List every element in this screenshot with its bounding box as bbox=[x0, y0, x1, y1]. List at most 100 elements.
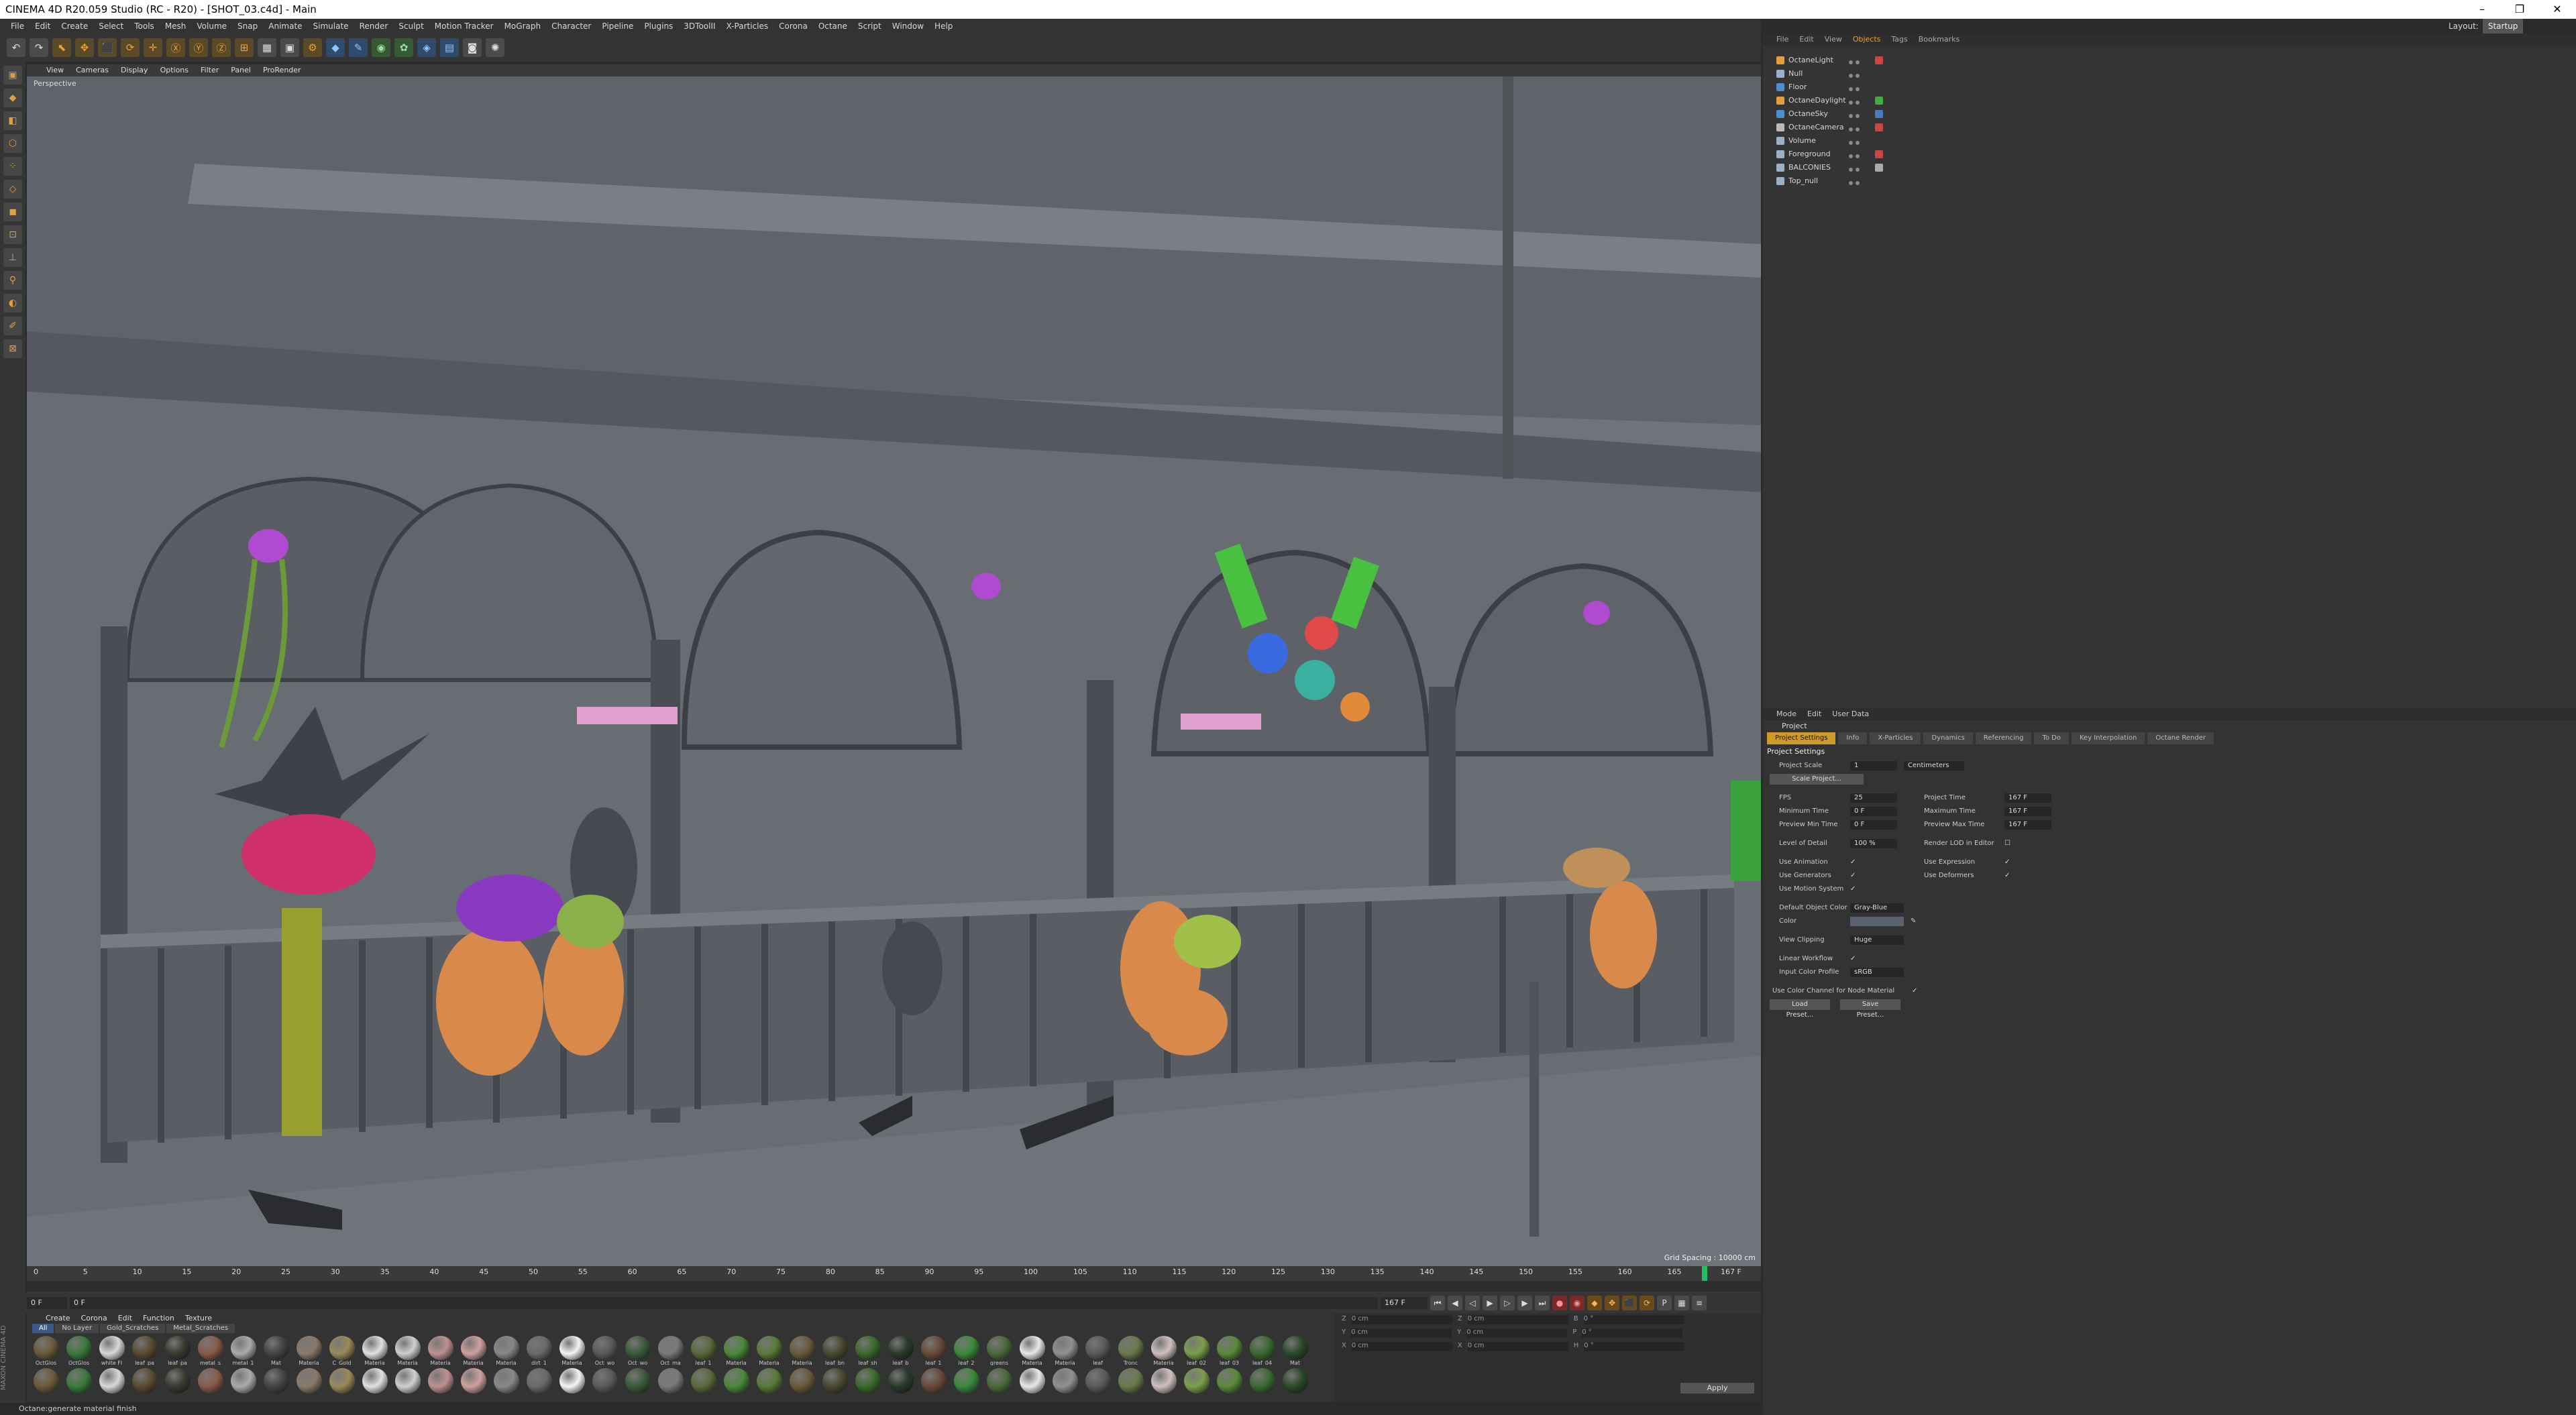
minimize-button[interactable]: – bbox=[2463, 0, 2501, 19]
material-swatch[interactable]: Materia bbox=[294, 1336, 324, 1365]
save-preset-button[interactable]: Save Preset... bbox=[1840, 999, 1900, 1019]
material-swatch[interactable] bbox=[31, 1368, 61, 1398]
viewport-menu-filter[interactable]: Filter bbox=[195, 64, 225, 76]
material-swatch[interactable]: Mat bbox=[1280, 1336, 1310, 1365]
snap-icon[interactable]: ⚲ bbox=[3, 271, 22, 290]
material-swatch[interactable] bbox=[885, 1368, 916, 1398]
attribute-tab-info[interactable]: Info bbox=[1838, 732, 1868, 744]
attribute-menu-edit[interactable]: Edit bbox=[1802, 708, 1827, 720]
attribute-tab-referencing[interactable]: Referencing bbox=[1975, 732, 2032, 744]
object-name[interactable]: OctaneLight bbox=[1788, 54, 1833, 67]
menu-select[interactable]: Select bbox=[93, 19, 129, 34]
default-color-dropdown[interactable]: Gray-Blue bbox=[1850, 903, 1904, 913]
coordinate-field[interactable]: 0 ° bbox=[1584, 1342, 1685, 1351]
cube-icon[interactable]: ◆ bbox=[326, 38, 345, 57]
attribute-tab-dynamics[interactable]: Dynamics bbox=[1923, 732, 1973, 744]
render-lod-checkbox[interactable]: ☐ bbox=[2004, 840, 2011, 847]
live-selection-icon[interactable]: ⬉ bbox=[52, 38, 71, 57]
cloner-icon[interactable]: ✿ bbox=[394, 38, 413, 57]
light-icon[interactable]: ✺ bbox=[486, 38, 504, 57]
redo-icon[interactable]: ↷ bbox=[30, 38, 48, 57]
material-swatch[interactable] bbox=[1181, 1368, 1212, 1398]
object-tag-icon[interactable] bbox=[1875, 97, 1883, 105]
workplane-icon[interactable]: ⬡ bbox=[3, 134, 22, 153]
menu-create[interactable]: Create bbox=[56, 19, 93, 34]
render-view-icon[interactable]: ▦ bbox=[258, 38, 276, 57]
camera-icon[interactable]: ◙ bbox=[463, 38, 482, 57]
timeline-window-icon[interactable]: ≡ bbox=[1692, 1296, 1707, 1310]
material-swatch[interactable]: Oct_wo bbox=[623, 1336, 653, 1365]
visibility-toggle-icon[interactable] bbox=[1848, 137, 1862, 145]
material-swatch[interactable] bbox=[1116, 1368, 1146, 1398]
visibility-toggle-icon[interactable] bbox=[1848, 111, 1862, 118]
material-swatch[interactable] bbox=[623, 1368, 653, 1398]
load-preset-button[interactable]: Load Preset... bbox=[1770, 999, 1830, 1019]
object-row-floor[interactable]: Floor bbox=[1763, 80, 2576, 94]
use-expression-checkbox[interactable]: ✓ bbox=[2004, 859, 2011, 866]
material-swatch[interactable]: Materia bbox=[392, 1336, 423, 1365]
view-clipping-dropdown[interactable]: Huge bbox=[1850, 936, 1904, 945]
menu-window[interactable]: Window bbox=[887, 19, 929, 34]
material-swatch[interactable]: Materia bbox=[360, 1336, 390, 1365]
material-tab-no-layer[interactable]: No Layer bbox=[55, 1324, 99, 1333]
material-swatch[interactable] bbox=[327, 1368, 357, 1398]
object-tag-icon[interactable] bbox=[1875, 56, 1883, 64]
object-tag-icon[interactable] bbox=[1875, 110, 1883, 118]
render-picture-viewer-icon[interactable]: ▣ bbox=[280, 38, 299, 57]
material-swatch[interactable] bbox=[1050, 1368, 1080, 1398]
edit-render-settings-icon[interactable]: ⚙ bbox=[303, 38, 322, 57]
move-icon[interactable]: ✥ bbox=[75, 38, 94, 57]
material-swatch[interactable] bbox=[1148, 1368, 1179, 1398]
rotate-icon[interactable]: ⟳ bbox=[121, 38, 140, 57]
use-generators-checkbox[interactable]: ✓ bbox=[1850, 872, 1857, 879]
material-swatch[interactable]: leaf_pa bbox=[129, 1336, 160, 1365]
attribute-menu-mode[interactable]: Mode bbox=[1771, 708, 1802, 720]
use-deformers-checkbox[interactable]: ✓ bbox=[2004, 872, 2011, 879]
menu-mesh[interactable]: Mesh bbox=[160, 19, 192, 34]
coordinate-field[interactable]: 0 cm bbox=[1351, 1342, 1452, 1351]
material-tab-all[interactable]: All bbox=[32, 1324, 54, 1333]
object-name[interactable]: BALCONIES bbox=[1788, 161, 1831, 174]
material-swatch[interactable]: Materia bbox=[1148, 1336, 1179, 1365]
autokey-icon[interactable]: ◉ bbox=[1570, 1296, 1585, 1310]
material-swatch[interactable]: white Fl bbox=[97, 1336, 127, 1365]
maximize-button[interactable]: ❐ bbox=[2501, 0, 2538, 19]
visibility-toggle-icon[interactable] bbox=[1848, 178, 1862, 185]
node-material-checkbox[interactable]: ✓ bbox=[1912, 988, 1919, 995]
preview-range-slider[interactable]: 0 F bbox=[70, 1297, 1378, 1309]
pen-icon[interactable]: ✎ bbox=[349, 38, 368, 57]
go-to-end-icon[interactable]: ⏭ bbox=[1535, 1296, 1550, 1310]
material-swatch[interactable]: Oct_ma bbox=[655, 1336, 686, 1365]
material-menu-create[interactable]: Create bbox=[40, 1313, 76, 1324]
material-swatch[interactable]: leaf_pa bbox=[162, 1336, 193, 1365]
menu-simulate[interactable]: Simulate bbox=[308, 19, 354, 34]
points-mode-icon[interactable]: ⁘ bbox=[3, 157, 22, 176]
material-swatch[interactable] bbox=[918, 1368, 949, 1398]
lock-workplane-icon[interactable]: ⊠ bbox=[3, 339, 22, 358]
menu-render[interactable]: Render bbox=[354, 19, 394, 34]
material-swatch[interactable] bbox=[129, 1368, 160, 1398]
axis-x-icon[interactable]: Ⓧ bbox=[166, 38, 185, 57]
material-swatch[interactable] bbox=[524, 1368, 554, 1398]
coordinate-field[interactable]: 0 cm bbox=[1467, 1315, 1568, 1324]
material-menu-corona[interactable]: Corona bbox=[76, 1313, 113, 1324]
material-swatch[interactable] bbox=[984, 1368, 1014, 1398]
min-time-field[interactable]: 0 F bbox=[1850, 807, 1897, 816]
object-row-foreground[interactable]: Foreground bbox=[1763, 148, 2576, 161]
material-swatch[interactable]: dirt_1 bbox=[524, 1336, 554, 1365]
material-swatch[interactable] bbox=[688, 1368, 718, 1398]
material-swatch[interactable]: Materia bbox=[1017, 1336, 1047, 1365]
object-tab-tags[interactable]: Tags bbox=[1886, 34, 1913, 46]
viewport-menu-display[interactable]: Display bbox=[115, 64, 154, 76]
go-to-start-icon[interactable]: ⏮ bbox=[1430, 1296, 1445, 1310]
object-tag-icon[interactable] bbox=[1875, 164, 1883, 172]
input-color-profile-dropdown[interactable]: sRGB bbox=[1850, 968, 1904, 977]
material-swatch[interactable]: leaf bbox=[1083, 1336, 1113, 1365]
menu-sculpt[interactable]: Sculpt bbox=[393, 19, 429, 34]
sculpt-icon[interactable]: ◐ bbox=[3, 294, 22, 313]
material-swatch[interactable] bbox=[754, 1368, 784, 1398]
linear-workflow-checkbox[interactable]: ✓ bbox=[1850, 956, 1857, 962]
object-row-balconies[interactable]: BALCONIES bbox=[1763, 161, 2576, 174]
deformer-icon[interactable]: ◈ bbox=[417, 38, 436, 57]
attribute-menu-user-data[interactable]: User Data bbox=[1827, 708, 1874, 720]
